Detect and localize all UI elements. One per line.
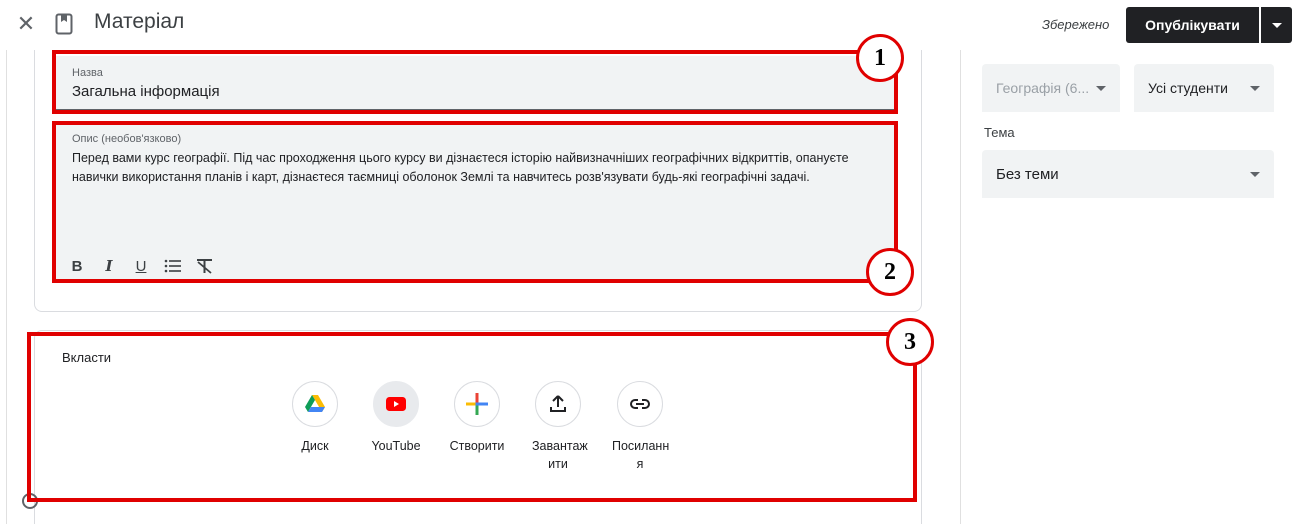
annotation-box-1 xyxy=(52,50,898,114)
publish-button[interactable]: Опублікувати xyxy=(1126,7,1259,43)
divider xyxy=(6,50,7,524)
annotation-number-3: 3 xyxy=(886,318,934,366)
annotation-number-1: 1 xyxy=(856,34,904,82)
page-title: Матеріал xyxy=(94,10,185,33)
chevron-down-icon xyxy=(1271,22,1282,28)
chevron-down-icon xyxy=(1096,85,1106,91)
class-select[interactable]: Географія (6... xyxy=(982,64,1120,112)
settings-panel xyxy=(960,50,1296,524)
topic-label: Тема xyxy=(984,125,1015,140)
students-select[interactable]: Усі студенти xyxy=(1134,64,1274,112)
topic-select[interactable]: Без теми xyxy=(982,150,1274,198)
saved-status: Збережено xyxy=(1042,17,1110,32)
annotation-box-2 xyxy=(52,121,898,283)
students-select-value: Усі студенти xyxy=(1148,80,1228,96)
publish-dropdown-button[interactable] xyxy=(1261,7,1292,43)
chevron-down-icon xyxy=(1250,171,1260,177)
close-icon[interactable]: ✕ xyxy=(14,12,38,36)
top-bar: ✕ Матеріал Збережено Опублікувати xyxy=(0,0,1296,50)
topic-select-value: Без теми xyxy=(996,165,1059,183)
bookmark-icon xyxy=(55,13,73,35)
annotation-number-2: 2 xyxy=(866,248,914,296)
class-select-value: Географія (6... xyxy=(996,80,1090,96)
annotation-box-3 xyxy=(27,332,917,502)
chevron-down-icon xyxy=(1250,85,1260,91)
